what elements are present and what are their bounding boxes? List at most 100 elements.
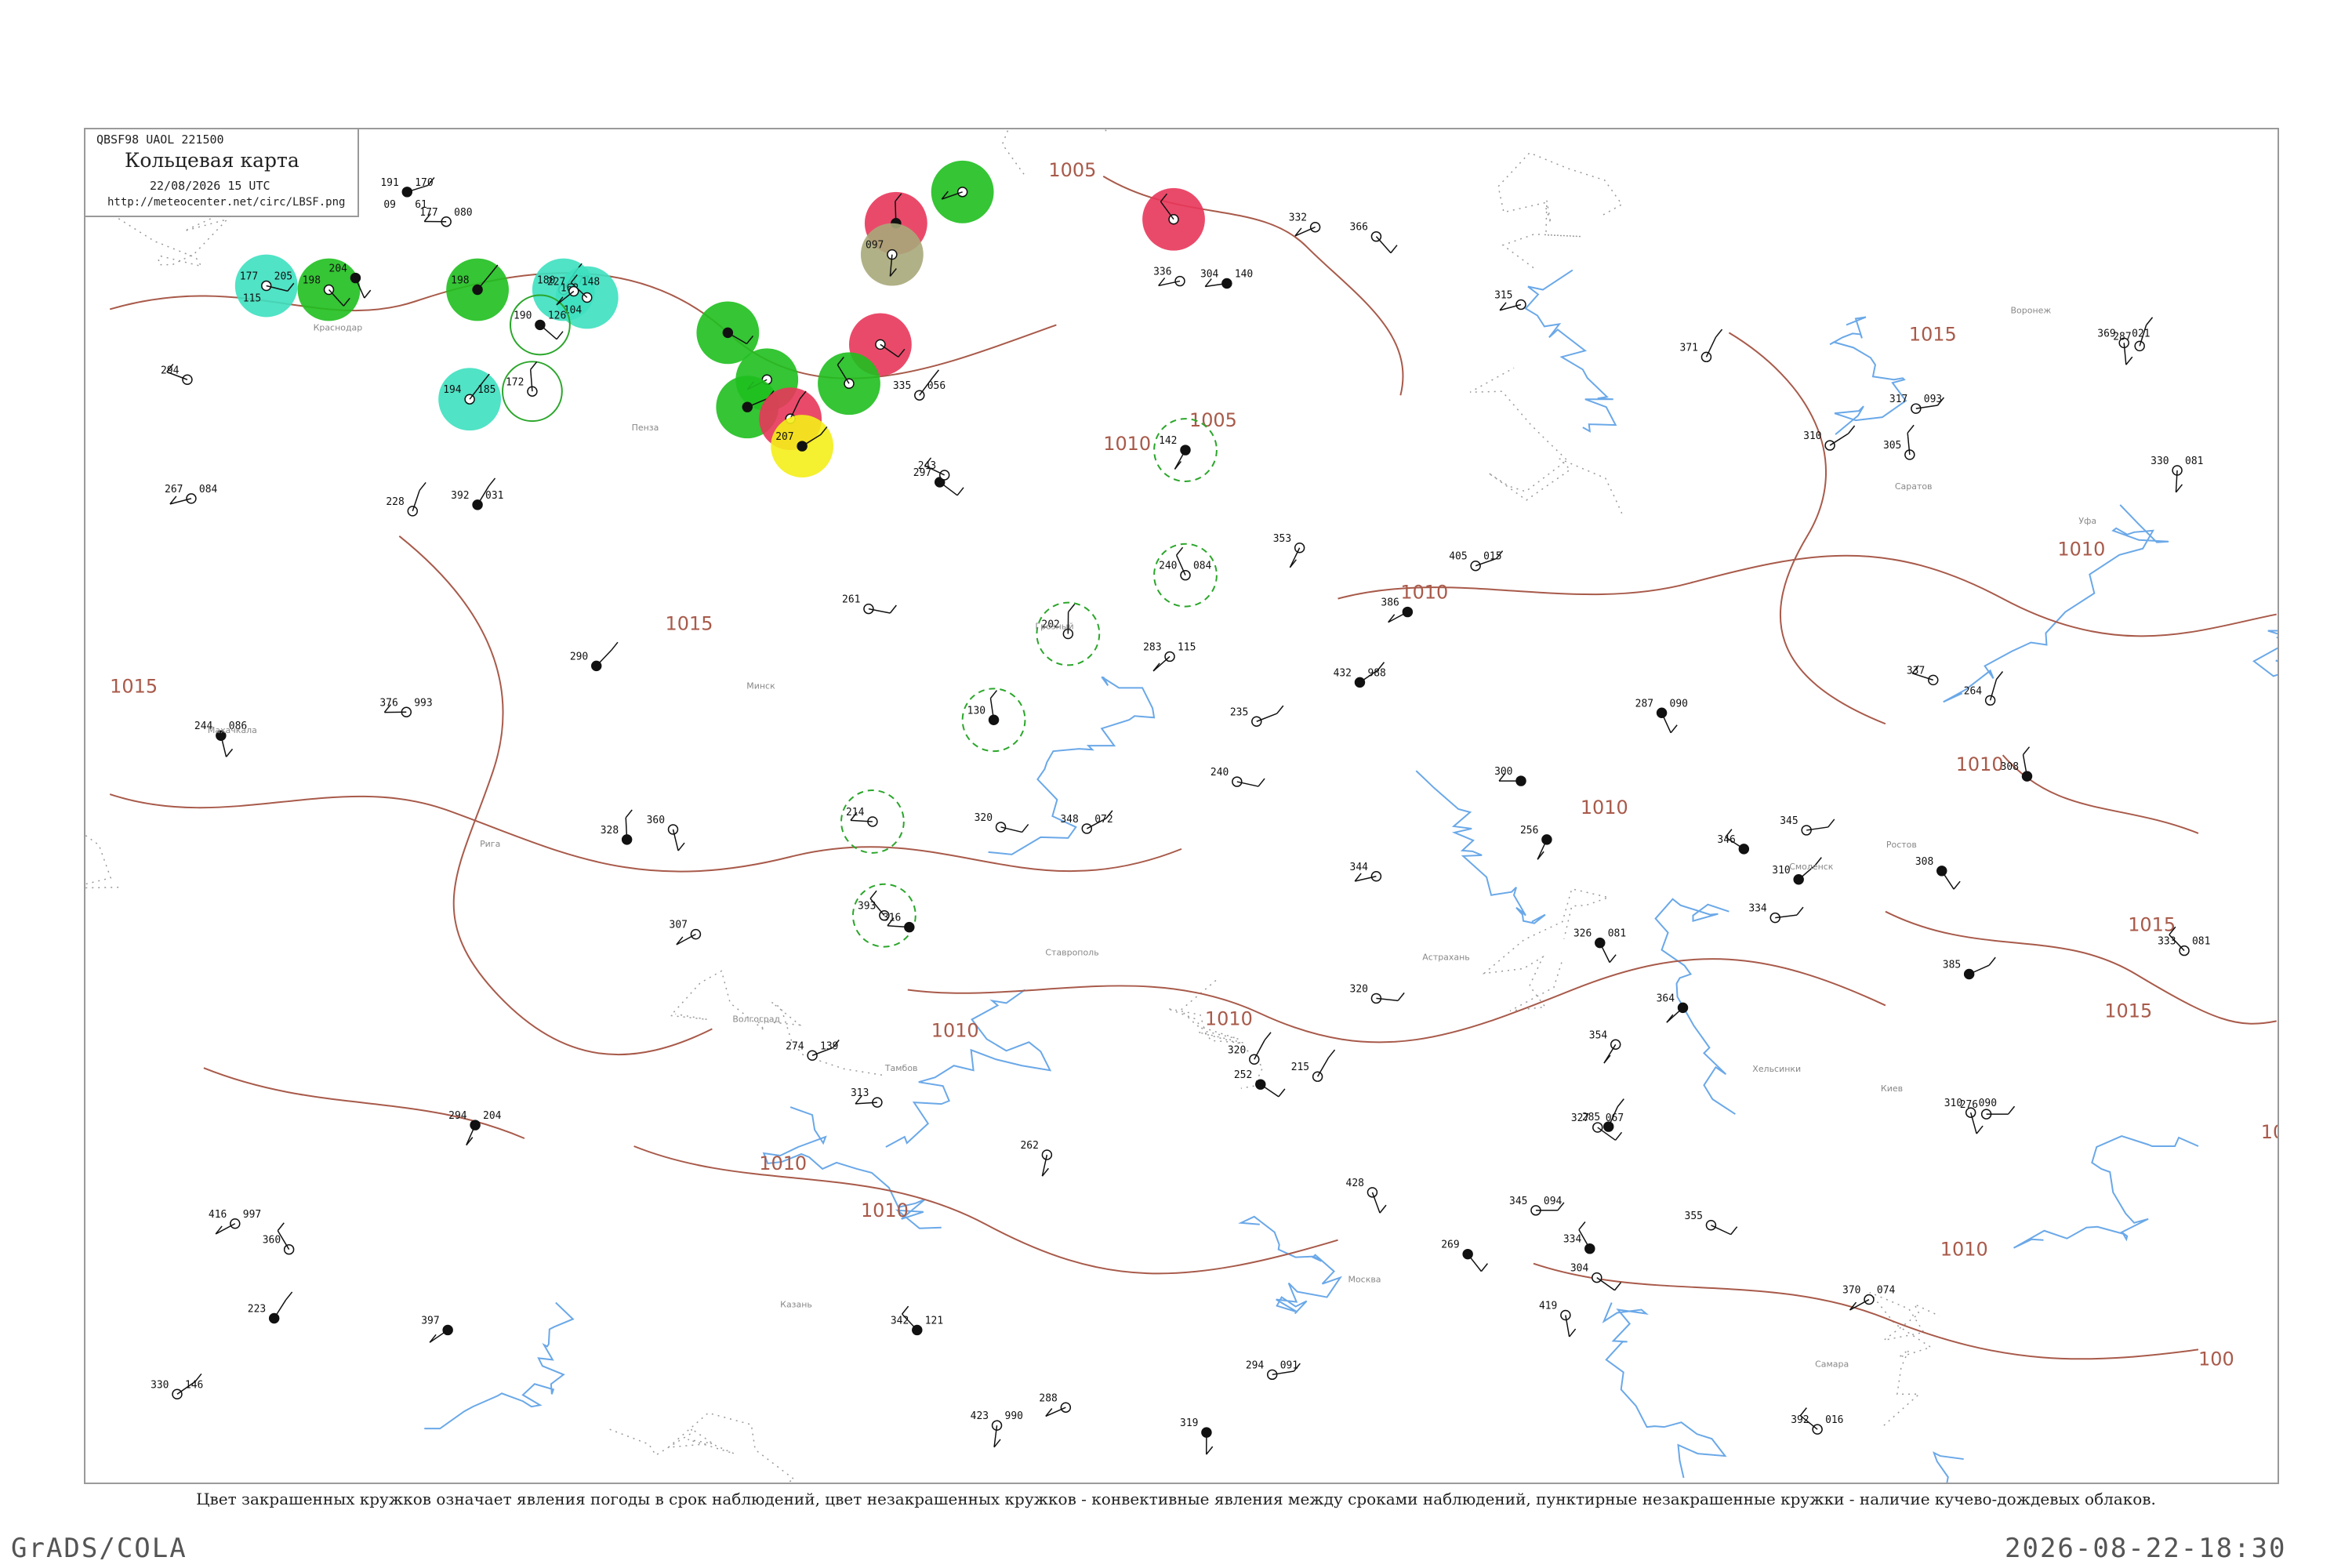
station-temperature: 276 (1960, 1099, 1978, 1111)
borders-layer (85, 129, 1940, 1483)
station-pressure: 091 (1280, 1359, 1298, 1371)
map-canvas: 1005 1010 1015 1015 1010 1010 1015 1010 1010 1010… (85, 129, 2278, 1483)
station-plot: 405 015 (1449, 550, 1504, 572)
station-temperature: 330 (2151, 456, 2169, 467)
station-temperature: 304 (1570, 1263, 1589, 1275)
station-temperature: 190 (514, 310, 532, 321)
isobar-label: 1015 (110, 675, 158, 697)
wind-barb-feather (931, 369, 940, 379)
station-temperature: 333 (2158, 936, 2176, 948)
station-pressure: 021 (2132, 328, 2150, 339)
station-value: 09 (383, 199, 396, 211)
station-temperature: 223 (248, 1304, 266, 1316)
station-temperature: 310 (1772, 865, 1790, 877)
station-plot: 315 (1494, 290, 1526, 311)
isobar-label: 1010 (1581, 797, 1628, 818)
station-temperature: 308 (1915, 856, 1933, 868)
station-name: Пенза (632, 423, 659, 433)
station-pressure: 090 (1979, 1098, 1997, 1109)
wind-barb (1388, 611, 1408, 623)
station-temperature: 290 (570, 651, 588, 662)
station-pressure: 081 (2192, 936, 2210, 948)
station-temperature: 345 (1780, 815, 1798, 827)
station-temperature: 307 (670, 920, 688, 931)
wind-barb-feather (989, 690, 998, 699)
station-circle (1584, 1243, 1595, 1254)
wind-barb-feather (625, 809, 633, 818)
station-name: Ростов (1886, 840, 1917, 850)
station-plot: 371 (1680, 328, 1723, 363)
wind-barb-feather (1617, 1098, 1624, 1108)
station-pressure: 081 (2185, 456, 2203, 467)
isobar-label: 1010 (1956, 753, 2004, 775)
station-pressure: 185 (477, 384, 495, 396)
wind-barb-feather (1715, 328, 1723, 338)
station-circle (1592, 1272, 1602, 1283)
station-temperature: 235 (1230, 706, 1248, 718)
station-plot: 288 (1039, 1392, 1072, 1417)
isobar-label: 1010 (861, 1200, 909, 1221)
station-plot: 320 (1350, 983, 1405, 1004)
station-plot: 432 988 (1334, 662, 1386, 688)
station-plot: 287 090 (1635, 698, 1688, 734)
station-circle (1402, 606, 1414, 618)
station-temperature: 191 (380, 177, 398, 189)
wind-barb-feather (2022, 746, 2031, 756)
station-plot: 300 (1494, 766, 1526, 786)
station-pressure: 072 (1094, 814, 1112, 826)
isobar-label: 1010 (759, 1152, 807, 1174)
station-circle (401, 187, 413, 198)
station-temperature: 348 (1060, 814, 1078, 826)
isobar-label: 1010 (2057, 539, 2105, 561)
wind-barb-feather (1614, 1131, 1623, 1141)
station-plot: 215 (1291, 1049, 1336, 1082)
station-circle (1824, 440, 1835, 451)
wind-barb-feather (1390, 245, 1398, 254)
station-pressure: 993 (414, 697, 432, 709)
station-plot: 332 (1289, 212, 1321, 237)
border-line (85, 834, 119, 889)
station-plot: 353 (1273, 533, 1305, 568)
station-plot: 262 (1020, 1140, 1053, 1177)
station-temperature: 405 (1449, 551, 1467, 563)
station-pressure: 084 (199, 484, 218, 495)
station-temperature: 328 (601, 825, 619, 837)
station-plot: 177 205 115 (234, 254, 298, 318)
station-pressure: 121 (925, 1315, 943, 1327)
station-plot: 304 (1570, 1263, 1622, 1291)
station-name: Москва (1348, 1275, 1381, 1285)
wind-barb-feather (1995, 671, 2004, 680)
station-temperature: 227 (547, 277, 565, 289)
station-plot: 130 (961, 688, 1026, 753)
station-plot: 364 (1657, 993, 1689, 1023)
wind-barb-feather (1613, 1282, 1622, 1291)
station-temperature: 274 (786, 1040, 804, 1052)
river-line (1602, 1302, 1727, 1479)
wind-barb (215, 1223, 236, 1235)
station-temperature: 287 (2113, 331, 2131, 343)
station-plot: 346 (1717, 829, 1750, 855)
station-name: Тамбов (884, 1063, 918, 1073)
wind-barb-feather (1609, 954, 1617, 964)
wind-barb (429, 1329, 448, 1343)
river-line (424, 1301, 575, 1430)
station-circle (407, 506, 419, 517)
wind-barb-feather (285, 1291, 293, 1301)
station-value: 115 (243, 292, 261, 304)
station-temperature: 198 (303, 275, 321, 287)
station-plot: 320 (975, 812, 1029, 833)
wind-barb (1467, 1254, 1483, 1272)
isobar-line (2002, 754, 2199, 834)
station-temperature: 320 (1228, 1044, 1246, 1056)
station-plot: 360 (263, 1222, 295, 1255)
station-plot: 328 (601, 809, 633, 845)
station-plot: 428 (1346, 1178, 1387, 1214)
station-temperature: 305 (1883, 440, 1901, 452)
station-name: Уфа (2078, 516, 2096, 526)
wind-barb (1829, 433, 1849, 446)
station-temperature: 304 (1200, 269, 1219, 281)
station-plot: 334 (1563, 1221, 1595, 1254)
station-circle (863, 603, 874, 615)
station-temperature: 344 (1350, 862, 1369, 873)
station-plot: 335 056 (893, 369, 946, 401)
